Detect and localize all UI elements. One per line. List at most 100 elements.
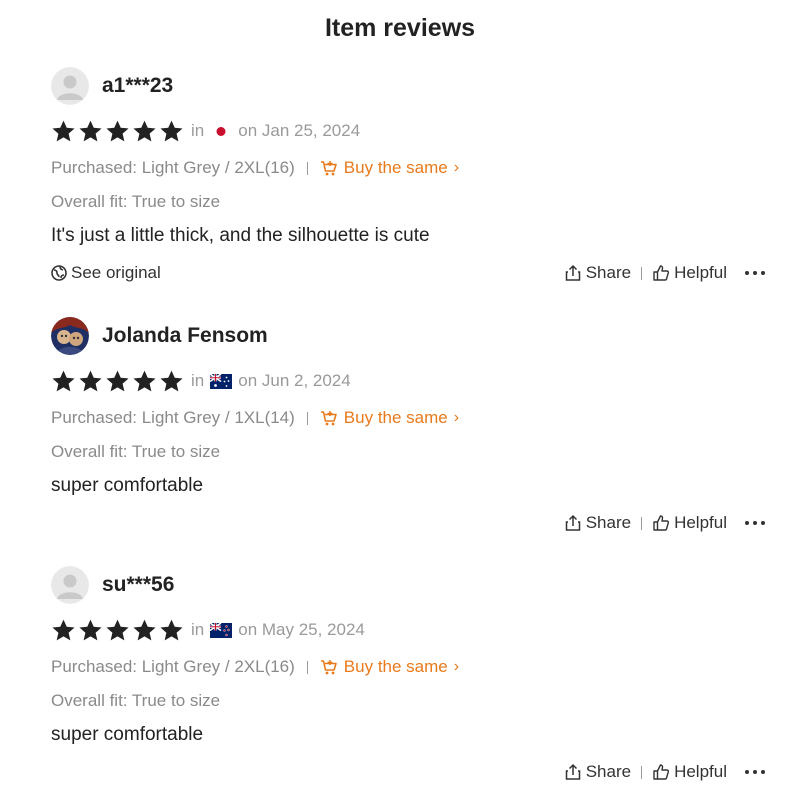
review-date: on Jun 2, 2024 — [238, 371, 351, 390]
star-icon — [160, 120, 183, 141]
more-options-button[interactable] — [745, 259, 765, 287]
star-rating — [51, 119, 184, 144]
buy-the-same-link[interactable]: Buy the same › — [320, 158, 459, 178]
japan-flag-icon — [210, 123, 233, 139]
cart-icon — [320, 660, 337, 675]
review-text: super comfortable — [51, 475, 204, 496]
divider — [306, 161, 308, 175]
see-original-button[interactable]: See original — [51, 259, 161, 287]
purchase-info: Purchased: Light Grey / 2XL(16) Buy the … — [51, 156, 459, 180]
star-icon — [133, 370, 156, 391]
cart-icon — [320, 411, 337, 426]
more-options-button[interactable] — [745, 758, 765, 786]
more-options-button[interactable] — [745, 509, 765, 537]
share-label: Share — [585, 263, 632, 282]
reviewer-row: a1***23 — [51, 66, 173, 106]
review-date: on May 25, 2024 — [238, 620, 365, 639]
reviewer-row: Jolanda Fensom — [51, 316, 268, 356]
overall-fit: Overall fit: True to size — [51, 442, 221, 461]
star-icon — [52, 619, 75, 640]
star-icon — [160, 619, 183, 640]
cart-icon — [320, 161, 337, 176]
review-card: su***56 in on May 25, 2024 Purchased: Li… — [51, 565, 765, 800]
helpful-label: Helpful — [674, 513, 727, 532]
share-icon — [565, 763, 580, 780]
star-icon — [160, 370, 183, 391]
buy-the-same-label: Buy the same — [343, 408, 448, 427]
australia-flag-icon — [210, 373, 233, 389]
action-buttons: Share Helpful — [564, 758, 765, 786]
share-icon — [565, 514, 580, 531]
share-button[interactable]: Share — [564, 762, 631, 782]
review-actions: See original Share Helpful — [51, 259, 765, 287]
reviewer-name: a1***23 — [102, 74, 174, 97]
divider — [306, 660, 308, 674]
rating-row: in on Jun 2, 2024 — [51, 368, 351, 394]
divider — [641, 765, 643, 779]
share-icon — [565, 264, 580, 281]
review-date: on Jan 25, 2024 — [238, 121, 361, 140]
chevron-right-icon: › — [453, 658, 460, 675]
share-label: Share — [585, 762, 632, 781]
chevron-right-icon: › — [453, 159, 460, 176]
star-icon — [79, 370, 102, 391]
action-buttons: Share Helpful — [564, 259, 765, 287]
reviewer-row: su***56 — [51, 565, 174, 605]
rating-row: in on May 25, 2024 — [51, 617, 365, 643]
star-rating — [51, 369, 184, 394]
buy-the-same-label: Buy the same — [343, 158, 448, 177]
in-label: in — [191, 620, 205, 639]
reviewer-name: Jolanda Fensom — [102, 324, 268, 347]
globe-icon — [51, 265, 67, 281]
star-icon — [133, 120, 156, 141]
rating-row: in on Jan 25, 2024 — [51, 118, 360, 144]
divider — [306, 411, 308, 425]
star-icon — [133, 619, 156, 640]
helpful-button[interactable]: Helpful — [652, 513, 727, 533]
helpful-label: Helpful — [674, 263, 727, 282]
overall-fit: Overall fit: True to size — [51, 691, 221, 710]
review-actions: Share Helpful — [51, 758, 765, 786]
in-label: in — [191, 371, 205, 390]
thumbs-up-icon — [653, 764, 670, 780]
buy-the-same-link[interactable]: Buy the same › — [320, 408, 459, 428]
purchase-info: Purchased: Light Grey / 1XL(14) Buy the … — [51, 406, 459, 430]
star-icon — [79, 619, 102, 640]
reviewer-name: su***56 — [102, 573, 175, 596]
star-icon — [106, 370, 129, 391]
see-original-label: See original — [71, 263, 161, 282]
purchase-info: Purchased: Light Grey / 2XL(16) Buy the … — [51, 655, 459, 679]
divider — [641, 266, 643, 280]
buy-the-same-label: Buy the same — [343, 657, 448, 676]
star-rating — [51, 618, 184, 643]
review-card: Jolanda Fensom in on Jun 2, 2024 Purchas… — [51, 316, 765, 556]
helpful-label: Helpful — [674, 762, 727, 781]
in-label: in — [191, 121, 205, 140]
avatar — [51, 67, 89, 105]
divider — [641, 516, 643, 530]
purchased-variant: Purchased: Light Grey / 2XL(16) — [51, 657, 295, 676]
review-card: a1***23 in on Jan 25, 2024 Purchased: Li… — [51, 66, 765, 306]
chevron-right-icon: › — [453, 409, 460, 426]
share-button[interactable]: Share — [564, 513, 631, 533]
avatar — [51, 566, 89, 604]
avatar — [51, 317, 89, 355]
helpful-button[interactable]: Helpful — [652, 263, 727, 283]
share-label: Share — [585, 513, 632, 532]
page-title: Item reviews — [324, 14, 476, 42]
purchased-variant: Purchased: Light Grey / 2XL(16) — [51, 158, 295, 177]
action-buttons: Share Helpful — [564, 509, 765, 537]
review-text: It's just a little thick, and the silhou… — [51, 225, 430, 246]
buy-the-same-link[interactable]: Buy the same › — [320, 657, 459, 677]
helpful-button[interactable]: Helpful — [652, 762, 727, 782]
purchased-variant: Purchased: Light Grey / 1XL(14) — [51, 408, 295, 427]
review-text: super comfortable — [51, 724, 204, 745]
thumbs-up-icon — [653, 265, 670, 281]
star-icon — [52, 120, 75, 141]
star-icon — [106, 619, 129, 640]
star-icon — [52, 370, 75, 391]
star-icon — [106, 120, 129, 141]
overall-fit: Overall fit: True to size — [51, 192, 221, 211]
review-actions: Share Helpful — [51, 509, 765, 537]
share-button[interactable]: Share — [564, 263, 631, 283]
